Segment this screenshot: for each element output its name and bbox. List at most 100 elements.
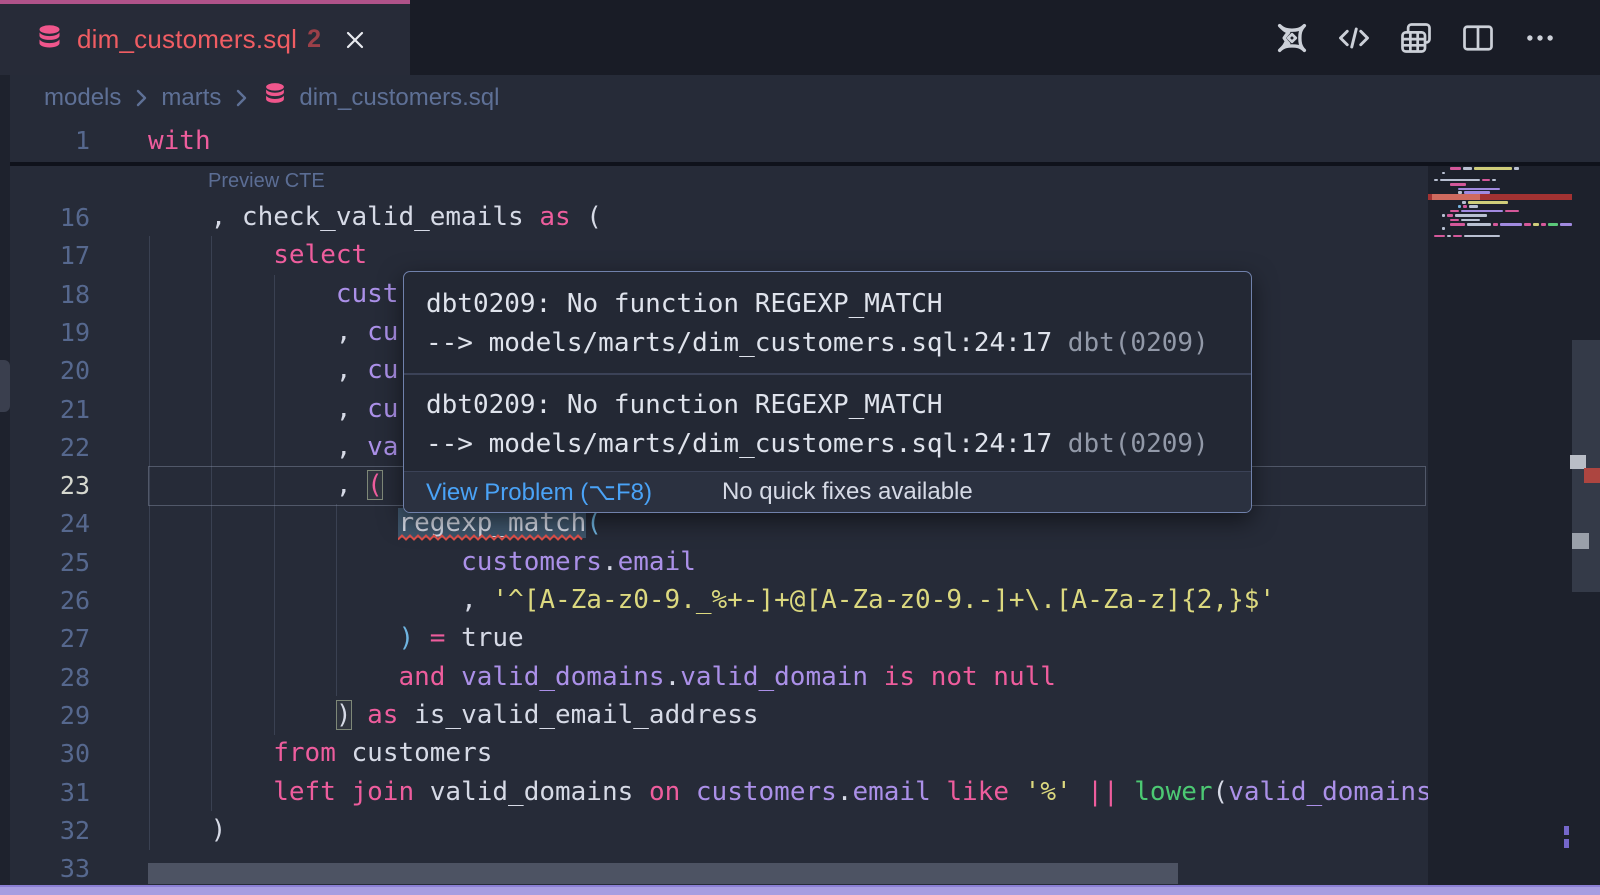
split-editor-icon[interactable]	[1460, 20, 1496, 56]
token: is_valid_email_address	[398, 700, 758, 730]
breadcrumb-models[interactable]: models	[44, 84, 121, 112]
window-bottom-accent	[0, 885, 1600, 895]
minimap[interactable]	[1428, 120, 1600, 895]
token: cu	[367, 355, 398, 385]
line-number[interactable]: 30	[0, 734, 90, 773]
token: .	[665, 662, 681, 692]
breadcrumb-file[interactable]: dim_customers.sql	[299, 84, 499, 112]
horizontal-scrollbar[interactable]	[148, 863, 1178, 884]
vertical-scrollbar[interactable]	[1572, 120, 1600, 895]
code-line[interactable]: with	[148, 120, 211, 162]
diagnostic-title: dbt0209: No function REGEXP_MATCH	[426, 285, 1251, 324]
codelens-preview-cte[interactable]: Preview CTE	[208, 170, 325, 193]
minimap-line	[1450, 223, 1465, 226]
diagnostic-code: dbt(0209)	[1068, 328, 1209, 358]
code-line[interactable]: ) = true	[148, 619, 524, 658]
token: ,	[148, 432, 367, 462]
code-line[interactable]: , check_valid_emails as (	[148, 198, 602, 237]
token	[148, 738, 273, 768]
minimap-line	[1461, 219, 1480, 222]
sticky-scroll-line[interactable]: 1 with	[0, 120, 1600, 166]
token	[680, 777, 696, 807]
line-number[interactable]: 18	[0, 275, 90, 314]
close-icon[interactable]	[343, 28, 367, 52]
token	[148, 547, 461, 577]
code-line[interactable]: select	[148, 236, 367, 275]
code-line[interactable]: , cu	[148, 313, 398, 352]
code-line[interactable]: , '^[A-Za-z0-9._%+-]+@[A-Za-z0-9.-]+\.[A…	[148, 581, 1275, 620]
code-line[interactable]: , (	[148, 466, 383, 505]
line-number[interactable]: 33	[0, 849, 90, 888]
code-preview-icon[interactable]	[1336, 20, 1372, 56]
token: ,	[148, 585, 492, 615]
dbt-icon[interactable]	[1274, 20, 1310, 56]
minimap-line	[1514, 167, 1519, 170]
line-number[interactable]: 29	[0, 696, 90, 735]
token	[148, 777, 273, 807]
view-problem-link[interactable]: View Problem (⌥F8)	[426, 478, 652, 507]
query-results-icon[interactable]	[1398, 20, 1434, 56]
line-number[interactable]: 21	[0, 390, 90, 429]
line-number[interactable]: 16	[0, 198, 90, 237]
code-line[interactable]: , va	[148, 428, 398, 467]
token: ,	[148, 317, 367, 347]
code-editor[interactable]: Preview CTE 16 , check_valid_emails as (…	[0, 120, 1600, 895]
breadcrumb-marts[interactable]: marts	[161, 84, 221, 112]
minimap-line	[1462, 201, 1466, 204]
chevron-right-icon	[133, 87, 149, 109]
line-number[interactable]: 27	[0, 619, 90, 658]
diagnostic-location: --> models/marts/dim_customers.sql:24:17…	[426, 425, 1251, 464]
token: ,	[148, 355, 367, 385]
minimap-line	[1434, 235, 1445, 238]
line-number[interactable]: 17	[0, 236, 90, 275]
token: '^[A-Za-z0-9._%+-]+@[A-Za-z0-9.-]+\.[A-Z…	[492, 585, 1275, 615]
code-line[interactable]: , cu	[148, 390, 398, 429]
minimap-line	[1434, 179, 1438, 182]
token: )	[336, 700, 352, 730]
line-number[interactable]: 26	[0, 581, 90, 620]
line-number[interactable]: 19	[0, 313, 90, 352]
minimap-line	[1492, 179, 1496, 182]
diagnostic-location: --> models/marts/dim_customers.sql:24:17…	[426, 324, 1251, 363]
token: valid_domain	[680, 662, 868, 692]
line-number[interactable]: 1	[0, 120, 90, 162]
database-file-icon	[263, 82, 287, 113]
line-number[interactable]: 31	[0, 773, 90, 812]
token	[1072, 777, 1088, 807]
code-line[interactable]: )	[148, 811, 226, 850]
tab-dim-customers[interactable]: dim_customers.sql 2	[0, 0, 410, 75]
token: is not null	[884, 662, 1056, 692]
code-line[interactable]: and valid_domains.valid_domain is not nu…	[148, 658, 1056, 697]
token: select	[273, 240, 367, 270]
code-line[interactable]: cust	[148, 275, 398, 314]
line-number[interactable]: 25	[0, 543, 90, 582]
line-number[interactable]: 24	[0, 504, 90, 543]
token: and	[398, 662, 445, 692]
token	[148, 240, 273, 270]
more-actions-icon[interactable]	[1522, 20, 1558, 56]
token: '%'	[1025, 777, 1072, 807]
minimap-line	[1450, 210, 1459, 213]
token	[868, 662, 884, 692]
code-line[interactable]: ) as is_valid_email_address	[148, 696, 759, 735]
line-number[interactable]: 20	[0, 351, 90, 390]
token: va	[367, 432, 398, 462]
token: true	[445, 623, 523, 653]
code-line[interactable]: from customers	[148, 734, 492, 773]
diagnostic-message: dbt0209: No function REGEXP_MATCH --> mo…	[404, 272, 1251, 373]
code-line[interactable]: left join valid_domains on customers.ema…	[148, 773, 1432, 812]
line-number[interactable]: 32	[0, 811, 90, 850]
token	[148, 662, 398, 692]
line-number[interactable]: 28	[0, 658, 90, 697]
token: (	[571, 202, 602, 232]
minimap-line	[1455, 214, 1487, 217]
line-number[interactable]: 22	[0, 428, 90, 467]
minimap-line	[1450, 183, 1466, 186]
minimap-line	[1442, 227, 1445, 230]
code-line[interactable]: , cu	[148, 351, 398, 390]
code-line[interactable]: customers.email	[148, 543, 696, 582]
diagnostic-code: dbt(0209)	[1068, 429, 1209, 459]
line-number[interactable]: 23	[0, 466, 90, 505]
token	[1119, 777, 1135, 807]
tab-title: dim_customers.sql	[77, 24, 297, 55]
